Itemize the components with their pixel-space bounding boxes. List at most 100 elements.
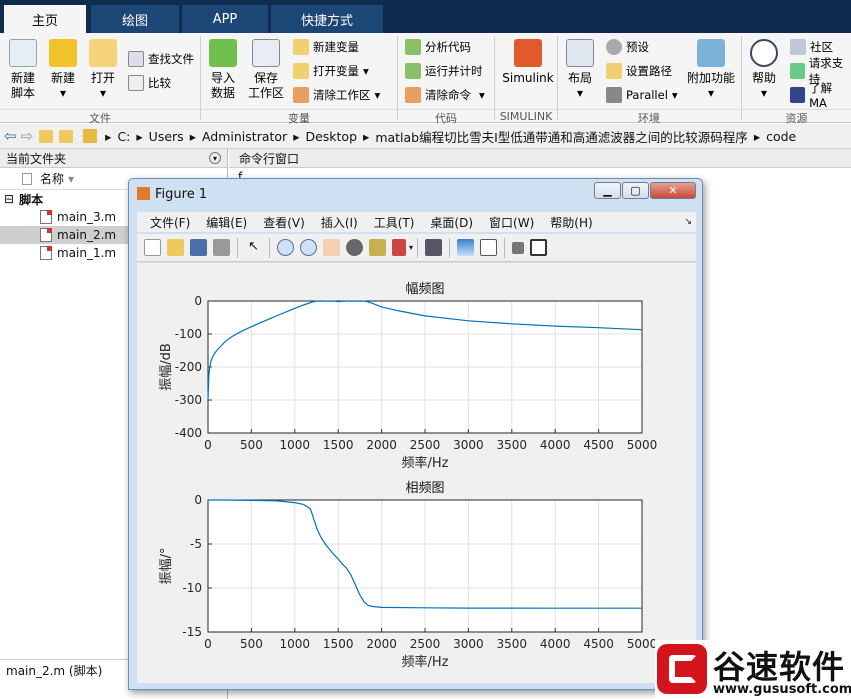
plus-icon [49,39,77,67]
chevron-down-icon: ▾ [760,86,768,100]
x-tick-label: 4500 [583,438,614,452]
zoom-in-icon[interactable] [277,239,294,256]
analyze-code-button[interactable]: 分析代码 [405,37,471,57]
new-button[interactable]: 新建 ▾ [46,39,80,101]
menu-help[interactable]: 帮助(H) [550,214,592,231]
save-icon[interactable] [190,239,207,256]
x-tick-label: 2500 [410,438,441,452]
show-tools-icon[interactable] [530,239,548,256]
minimize-button[interactable]: ▁ [594,182,621,199]
colorbar-icon[interactable] [457,239,475,256]
chevron-right-icon: ▸ [105,128,112,144]
new-script-label2: 脚本 [10,86,35,100]
open-file-icon[interactable] [167,239,184,256]
x-tick-label: 1000 [280,438,311,452]
section-variable: 变量 [201,109,397,125]
x-tick-label: 0 [204,637,212,651]
new-variable-label: 新建变量 [313,40,359,54]
ribbon: 新建 脚本 新建 ▾ 打开 ▾ 查找文件 比较 文件 导入 数据 保存 工作区 … [0,33,851,125]
breadcrumb-administrator[interactable]: Administrator [202,129,287,144]
add-ons-button[interactable]: 附加功能 ▾ [686,39,736,101]
hide-tools-icon[interactable] [512,241,525,254]
y-tick-label: 0 [194,493,202,507]
tab-apps[interactable]: APP [182,5,268,33]
open-variable-icon [293,63,309,79]
new-variable-button[interactable]: 新建变量 [293,37,359,57]
collapse-icon[interactable]: ⊟ [4,192,14,206]
data-cursor-icon[interactable] [369,239,386,256]
breadcrumb-code[interactable]: code [766,129,796,144]
zoom-out-icon[interactable] [300,239,317,256]
simulink-icon [514,39,542,67]
set-path-button[interactable]: 设置路径 [606,61,672,81]
x-axis-label: 频率/Hz [402,455,449,471]
request-support-button[interactable]: 请求支持 [790,56,851,86]
parallel-button[interactable]: Parallel ▾ [606,85,678,105]
forward-icon[interactable]: ⇨ [21,127,34,145]
save-workspace-button[interactable]: 保存 工作区 [246,39,286,101]
rotate-icon[interactable] [346,239,363,256]
y-axis-label: 振幅/° [159,548,174,585]
chevron-down-icon[interactable]: ▾ [409,243,413,252]
menu-view[interactable]: 查看(V) [263,214,305,231]
close-button[interactable]: ✕ [650,182,696,199]
print-icon[interactable] [213,239,230,256]
menu-insert[interactable]: 插入(I) [321,214,358,231]
legend-icon[interactable] [480,239,498,256]
divider [417,237,419,258]
browse-folder-icon[interactable] [59,129,74,143]
menu-desktop[interactable]: 桌面(D) [430,214,473,231]
up-folder-icon[interactable] [39,129,54,143]
clear-workspace-label: 清除工作区 [313,88,371,102]
clear-commands-button[interactable]: 清除命令 ▾ [405,85,485,105]
pan-icon[interactable] [323,239,340,256]
link-plot-icon[interactable] [425,239,443,256]
find-files-button[interactable]: 查找文件 [128,49,194,69]
add-ons-icon [697,39,725,67]
panel-menu-icon[interactable]: ▾ [209,152,221,164]
clear-workspace-button[interactable]: 清除工作区 ▾ [293,85,380,105]
menu-file[interactable]: 文件(F) [150,214,190,231]
m-file-icon [40,210,52,224]
import-data-button[interactable]: 导入 数据 [206,39,240,101]
maximize-button[interactable]: ▢ [622,182,649,199]
tab-home[interactable]: 主页 [4,5,86,33]
dock-icon[interactable]: ↘ [684,217,692,227]
breadcrumb-desktop[interactable]: Desktop [305,129,357,144]
breadcrumb-project[interactable]: matlab编程切比雪夫I型低通带通和高通滤波器之间的比较源码程序 [375,127,748,146]
back-icon[interactable]: ⇦ [4,127,17,145]
figure-window: Figure 1 ▁ ▢ ✕ 文件(F) 编辑(E) 查看(V) 插入(I) 工… [128,178,703,690]
chevron-down-icon: ▾ [576,86,584,100]
x-axis-label: 频率/Hz [402,654,449,670]
pointer-icon[interactable]: ↖ [245,239,262,256]
tab-plots[interactable]: 绘图 [91,5,179,33]
brush-icon[interactable] [392,239,406,256]
new-figure-icon[interactable] [144,239,161,256]
open-button[interactable]: 打开 ▾ [86,39,120,101]
run-and-time-button[interactable]: 运行并计时 [405,61,483,81]
tab-shortcuts[interactable]: 快捷方式 [271,5,383,33]
open-variable-button[interactable]: 打开变量 ▾ [293,61,369,81]
layout-button[interactable]: 布局 ▾ [563,39,597,101]
simulink-button[interactable]: Simulink [500,39,556,86]
breadcrumb-users[interactable]: Users [149,129,184,144]
learn-matlab-button[interactable]: 了解 MA [790,81,851,110]
compare-button[interactable]: 比较 [128,73,171,93]
chevron-right-icon: ▸ [136,128,143,144]
menu-edit[interactable]: 编辑(E) [206,214,247,231]
new-script-button[interactable]: 新建 脚本 [6,39,40,101]
figure-menubar: 文件(F) 编辑(E) 查看(V) 插入(I) 工具(T) 桌面(D) 窗口(W… [137,212,696,232]
figure-title: Figure 1 [155,186,208,202]
section-environment: 环境 [558,109,740,125]
chevron-down-icon: ▾ [374,88,381,102]
name-column-label: 名称 [40,172,65,186]
file-type-icon [22,172,32,185]
menu-window[interactable]: 窗口(W) [489,214,534,231]
help-button[interactable]: 帮助 ▾ [747,39,781,101]
menu-tools[interactable]: 工具(T) [374,214,415,231]
chevron-down-icon: ▾ [99,86,107,100]
preferences-button[interactable]: 预设 [606,37,649,57]
community-button[interactable]: 社区 [790,37,833,57]
brand-url: www.gususoft.com [713,682,851,697]
breadcrumb-c[interactable]: C: [117,129,130,144]
